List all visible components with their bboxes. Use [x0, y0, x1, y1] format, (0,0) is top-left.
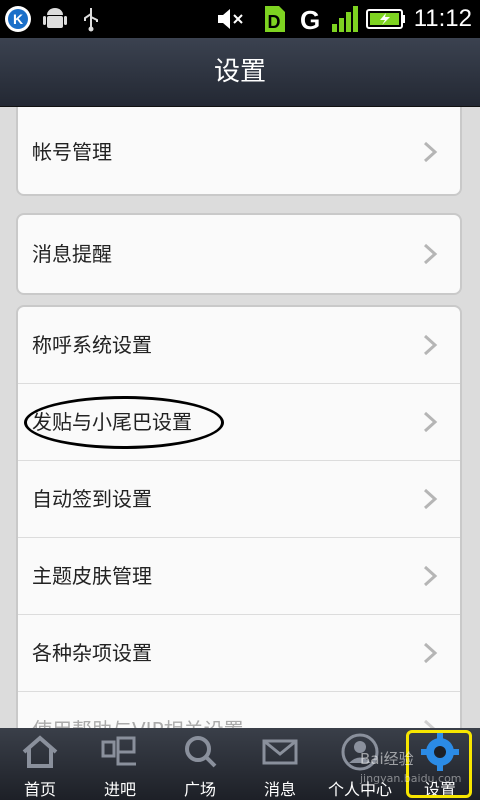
settings-item-label: 帐号管理	[32, 140, 112, 164]
search-icon	[185, 736, 217, 768]
settings-list[interactable]: 帐号管理 消息提醒 称呼系统设置 发贴与小尾巴设置 自动签到设置 主题皮肤管理 …	[0, 107, 480, 728]
nav-label: 消息	[263, 780, 296, 799]
settings-item-label: 发贴与小尾巴设置	[32, 410, 192, 434]
page-title: 设置	[213, 57, 266, 87]
chevron-right-icon	[423, 243, 438, 265]
nav-label: 广场	[183, 780, 216, 799]
watermark: Bai经验	[360, 750, 414, 768]
settings-item-label: 主题皮肤管理	[32, 564, 152, 588]
battery-charging-icon	[366, 9, 405, 29]
svg-text:G: G	[300, 5, 320, 34]
mute-icon	[218, 9, 243, 29]
settings-item-label: 各种杂项设置	[32, 641, 152, 665]
svg-text:D: D	[268, 12, 281, 32]
settings-item-help-vip[interactable]: 使用帮助与VIP相关设置	[18, 692, 460, 728]
signal-icon	[332, 6, 358, 32]
nav-label: 进吧	[103, 780, 136, 799]
network-g-icon: G	[300, 5, 320, 34]
chevron-right-icon	[423, 488, 438, 510]
settings-group-main: 称呼系统设置 发贴与小尾巴设置 自动签到设置 主题皮肤管理 各种杂项设置 使用帮…	[16, 305, 462, 728]
settings-item-misc[interactable]: 各种杂项设置	[18, 615, 460, 692]
usb-icon	[84, 8, 98, 32]
svg-text:K: K	[13, 11, 23, 27]
nav-ba[interactable]: 进吧	[80, 728, 160, 800]
settings-item-label: 称呼系统设置	[32, 333, 152, 357]
nav-home[interactable]: 首页	[0, 728, 80, 800]
settings-item-label: 消息提醒	[32, 242, 112, 266]
sim-icon: D	[265, 6, 285, 32]
home-icon	[22, 735, 58, 768]
chevron-right-icon	[423, 565, 438, 587]
settings-item-label: 使用帮助与VIP相关设置	[32, 692, 244, 728]
k-app-icon: K	[5, 6, 31, 32]
settings-item-theme[interactable]: 主题皮肤管理	[18, 538, 460, 615]
android-icon	[43, 8, 67, 28]
nav-messages[interactable]: 消息	[240, 728, 320, 800]
settings-item-account[interactable]: 帐号管理	[18, 114, 460, 191]
settings-item-notify[interactable]: 消息提醒	[18, 216, 460, 293]
nav-label: 首页	[23, 780, 56, 799]
ba-icon	[101, 736, 136, 766]
mail-icon	[262, 739, 298, 765]
settings-item-post-signature[interactable]: 发贴与小尾巴设置	[18, 384, 460, 461]
nav-square[interactable]: 广场	[160, 728, 240, 800]
status-time: 11:12	[413, 5, 472, 32]
settings-item-auto-signin[interactable]: 自动签到设置	[18, 461, 460, 538]
active-tab-highlight	[406, 730, 472, 798]
chevron-right-icon	[423, 642, 438, 664]
settings-group-account: 帐号管理	[16, 107, 462, 196]
title-bar: 设置	[0, 38, 480, 107]
settings-group-notify: 消息提醒	[16, 213, 462, 295]
settings-item-label: 自动签到设置	[32, 487, 152, 511]
status-bar: K D G 11:12	[0, 0, 480, 38]
chevron-right-icon	[423, 411, 438, 433]
chevron-right-icon	[423, 334, 438, 356]
watermark-url: jingyan.baidu.com	[360, 772, 462, 785]
chevron-right-icon	[423, 719, 436, 728]
chevron-right-icon	[423, 141, 438, 163]
settings-item-nickname[interactable]: 称呼系统设置	[18, 307, 460, 384]
